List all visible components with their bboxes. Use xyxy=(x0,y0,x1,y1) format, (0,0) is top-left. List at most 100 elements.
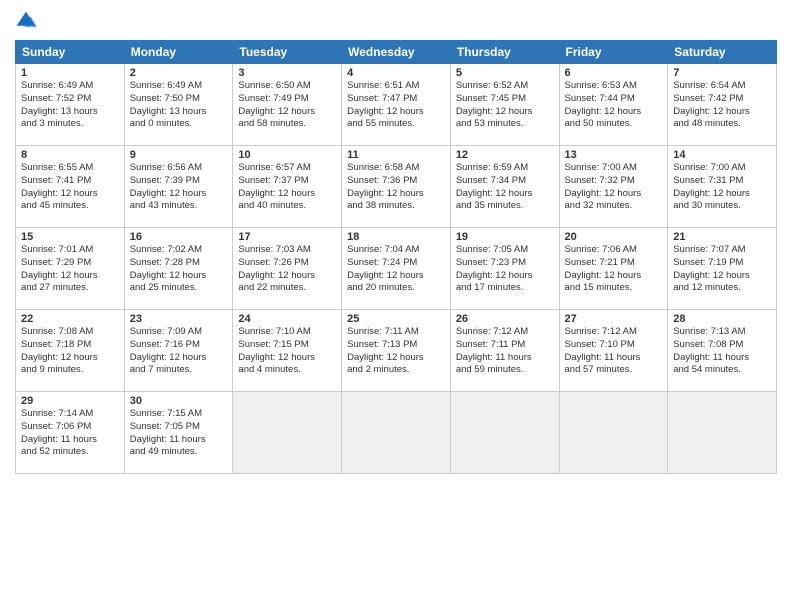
calendar-table: SundayMondayTuesdayWednesdayThursdayFrid… xyxy=(15,40,777,474)
day-number: 10 xyxy=(238,149,336,161)
day-number: 30 xyxy=(130,395,228,407)
calendar-cell: 9Sunrise: 6:56 AMSunset: 7:39 PMDaylight… xyxy=(124,146,233,228)
day-info: Sunrise: 7:06 AMSunset: 7:21 PMDaylight:… xyxy=(565,244,663,295)
day-number: 25 xyxy=(347,313,445,325)
day-info: Sunrise: 7:10 AMSunset: 7:15 PMDaylight:… xyxy=(238,326,336,377)
week-row: 22Sunrise: 7:08 AMSunset: 7:18 PMDayligh… xyxy=(16,310,777,392)
day-number: 8 xyxy=(21,149,119,161)
calendar-cell xyxy=(668,392,777,474)
day-info: Sunrise: 7:00 AMSunset: 7:31 PMDaylight:… xyxy=(673,162,771,213)
day-info: Sunrise: 7:03 AMSunset: 7:26 PMDaylight:… xyxy=(238,244,336,295)
day-number: 13 xyxy=(565,149,663,161)
calendar-cell: 8Sunrise: 6:55 AMSunset: 7:41 PMDaylight… xyxy=(16,146,125,228)
day-info: Sunrise: 7:02 AMSunset: 7:28 PMDaylight:… xyxy=(130,244,228,295)
calendar-cell: 28Sunrise: 7:13 AMSunset: 7:08 PMDayligh… xyxy=(668,310,777,392)
calendar-cell: 5Sunrise: 6:52 AMSunset: 7:45 PMDaylight… xyxy=(450,64,559,146)
calendar-cell: 7Sunrise: 6:54 AMSunset: 7:42 PMDaylight… xyxy=(668,64,777,146)
day-number: 4 xyxy=(347,67,445,79)
day-number: 26 xyxy=(456,313,554,325)
day-number: 12 xyxy=(456,149,554,161)
day-info: Sunrise: 7:09 AMSunset: 7:16 PMDaylight:… xyxy=(130,326,228,377)
day-number: 3 xyxy=(238,67,336,79)
day-info: Sunrise: 7:12 AMSunset: 7:11 PMDaylight:… xyxy=(456,326,554,377)
day-number: 29 xyxy=(21,395,119,407)
calendar-cell: 23Sunrise: 7:09 AMSunset: 7:16 PMDayligh… xyxy=(124,310,233,392)
day-number: 2 xyxy=(130,67,228,79)
day-number: 16 xyxy=(130,231,228,243)
day-info: Sunrise: 6:55 AMSunset: 7:41 PMDaylight:… xyxy=(21,162,119,213)
day-number: 22 xyxy=(21,313,119,325)
day-number: 17 xyxy=(238,231,336,243)
day-number: 6 xyxy=(565,67,663,79)
day-header: Sunday xyxy=(16,41,125,64)
week-row: 15Sunrise: 7:01 AMSunset: 7:29 PMDayligh… xyxy=(16,228,777,310)
calendar-cell: 18Sunrise: 7:04 AMSunset: 7:24 PMDayligh… xyxy=(342,228,451,310)
day-number: 27 xyxy=(565,313,663,325)
day-info: Sunrise: 6:58 AMSunset: 7:36 PMDaylight:… xyxy=(347,162,445,213)
calendar-cell: 24Sunrise: 7:10 AMSunset: 7:15 PMDayligh… xyxy=(233,310,342,392)
day-info: Sunrise: 7:12 AMSunset: 7:10 PMDaylight:… xyxy=(565,326,663,377)
day-number: 20 xyxy=(565,231,663,243)
calendar-cell: 11Sunrise: 6:58 AMSunset: 7:36 PMDayligh… xyxy=(342,146,451,228)
day-info: Sunrise: 7:15 AMSunset: 7:05 PMDaylight:… xyxy=(130,408,228,459)
calendar-cell: 1Sunrise: 6:49 AMSunset: 7:52 PMDaylight… xyxy=(16,64,125,146)
day-info: Sunrise: 7:01 AMSunset: 7:29 PMDaylight:… xyxy=(21,244,119,295)
logo xyxy=(15,10,41,32)
calendar-cell: 20Sunrise: 7:06 AMSunset: 7:21 PMDayligh… xyxy=(559,228,668,310)
page-header xyxy=(15,10,777,32)
calendar-cell: 25Sunrise: 7:11 AMSunset: 7:13 PMDayligh… xyxy=(342,310,451,392)
day-info: Sunrise: 6:51 AMSunset: 7:47 PMDaylight:… xyxy=(347,80,445,131)
day-number: 5 xyxy=(456,67,554,79)
calendar-body: 1Sunrise: 6:49 AMSunset: 7:52 PMDaylight… xyxy=(16,64,777,474)
calendar-cell: 30Sunrise: 7:15 AMSunset: 7:05 PMDayligh… xyxy=(124,392,233,474)
day-number: 1 xyxy=(21,67,119,79)
day-number: 18 xyxy=(347,231,445,243)
day-info: Sunrise: 6:52 AMSunset: 7:45 PMDaylight:… xyxy=(456,80,554,131)
day-info: Sunrise: 6:50 AMSunset: 7:49 PMDaylight:… xyxy=(238,80,336,131)
day-info: Sunrise: 7:00 AMSunset: 7:32 PMDaylight:… xyxy=(565,162,663,213)
week-row: 8Sunrise: 6:55 AMSunset: 7:41 PMDaylight… xyxy=(16,146,777,228)
day-info: Sunrise: 6:49 AMSunset: 7:50 PMDaylight:… xyxy=(130,80,228,131)
calendar-cell: 14Sunrise: 7:00 AMSunset: 7:31 PMDayligh… xyxy=(668,146,777,228)
day-info: Sunrise: 6:57 AMSunset: 7:37 PMDaylight:… xyxy=(238,162,336,213)
day-info: Sunrise: 7:08 AMSunset: 7:18 PMDaylight:… xyxy=(21,326,119,377)
day-info: Sunrise: 6:59 AMSunset: 7:34 PMDaylight:… xyxy=(456,162,554,213)
calendar-cell: 12Sunrise: 6:59 AMSunset: 7:34 PMDayligh… xyxy=(450,146,559,228)
calendar-cell: 2Sunrise: 6:49 AMSunset: 7:50 PMDaylight… xyxy=(124,64,233,146)
calendar-cell: 4Sunrise: 6:51 AMSunset: 7:47 PMDaylight… xyxy=(342,64,451,146)
day-number: 23 xyxy=(130,313,228,325)
day-header: Thursday xyxy=(450,41,559,64)
day-info: Sunrise: 7:14 AMSunset: 7:06 PMDaylight:… xyxy=(21,408,119,459)
calendar-cell: 15Sunrise: 7:01 AMSunset: 7:29 PMDayligh… xyxy=(16,228,125,310)
day-number: 28 xyxy=(673,313,771,325)
day-info: Sunrise: 6:53 AMSunset: 7:44 PMDaylight:… xyxy=(565,80,663,131)
week-row: 29Sunrise: 7:14 AMSunset: 7:06 PMDayligh… xyxy=(16,392,777,474)
day-number: 24 xyxy=(238,313,336,325)
day-number: 21 xyxy=(673,231,771,243)
day-info: Sunrise: 7:05 AMSunset: 7:23 PMDaylight:… xyxy=(456,244,554,295)
week-row: 1Sunrise: 6:49 AMSunset: 7:52 PMDaylight… xyxy=(16,64,777,146)
day-info: Sunrise: 6:56 AMSunset: 7:39 PMDaylight:… xyxy=(130,162,228,213)
day-header: Monday xyxy=(124,41,233,64)
day-number: 11 xyxy=(347,149,445,161)
day-number: 9 xyxy=(130,149,228,161)
calendar-cell xyxy=(233,392,342,474)
calendar-cell: 22Sunrise: 7:08 AMSunset: 7:18 PMDayligh… xyxy=(16,310,125,392)
calendar-cell xyxy=(559,392,668,474)
calendar-cell: 21Sunrise: 7:07 AMSunset: 7:19 PMDayligh… xyxy=(668,228,777,310)
calendar-header: SundayMondayTuesdayWednesdayThursdayFrid… xyxy=(16,41,777,64)
day-number: 15 xyxy=(21,231,119,243)
calendar-cell: 17Sunrise: 7:03 AMSunset: 7:26 PMDayligh… xyxy=(233,228,342,310)
calendar-cell: 19Sunrise: 7:05 AMSunset: 7:23 PMDayligh… xyxy=(450,228,559,310)
calendar-cell: 10Sunrise: 6:57 AMSunset: 7:37 PMDayligh… xyxy=(233,146,342,228)
day-info: Sunrise: 6:49 AMSunset: 7:52 PMDaylight:… xyxy=(21,80,119,131)
calendar-cell xyxy=(450,392,559,474)
day-header: Friday xyxy=(559,41,668,64)
day-header: Saturday xyxy=(668,41,777,64)
day-number: 14 xyxy=(673,149,771,161)
calendar-cell: 27Sunrise: 7:12 AMSunset: 7:10 PMDayligh… xyxy=(559,310,668,392)
calendar-cell: 3Sunrise: 6:50 AMSunset: 7:49 PMDaylight… xyxy=(233,64,342,146)
calendar-cell: 13Sunrise: 7:00 AMSunset: 7:32 PMDayligh… xyxy=(559,146,668,228)
calendar-cell: 26Sunrise: 7:12 AMSunset: 7:11 PMDayligh… xyxy=(450,310,559,392)
calendar-cell xyxy=(342,392,451,474)
